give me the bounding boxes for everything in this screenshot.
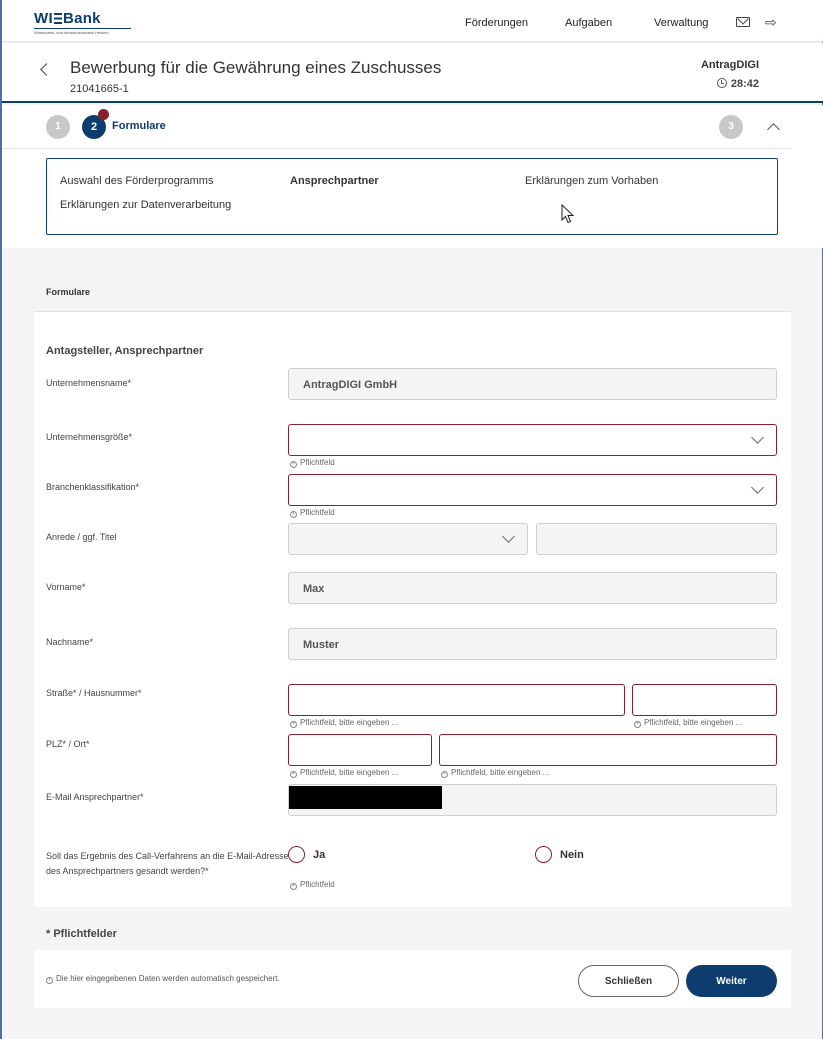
timer-value: 28:42 [730, 78, 759, 90]
lastname-value: Muster [303, 639, 340, 651]
firstname-value: Max [303, 583, 325, 595]
email-label: E-Mail Ansprechpartner* [46, 792, 144, 802]
error-x-icon: × [441, 771, 448, 778]
step-2-label: Formulare [112, 120, 166, 132]
wibank-logo[interactable]: WI Bank Wirtschafts- und Infrastrukturban… [34, 10, 131, 35]
street-label: Straße* / Hausnummer* [46, 688, 142, 698]
house-number-hint: × Pflichtfeld, bitte eingeben ... [634, 718, 742, 728]
nav-aufgaben[interactable]: Aufgaben [565, 17, 612, 29]
panel-title: Formulare [46, 287, 91, 297]
radio-no-label[interactable]: Nein [560, 849, 584, 861]
mouse-cursor-icon [561, 204, 575, 224]
hint-text: Pflichtfeld, bitte eingeben ... [300, 768, 399, 777]
error-x-icon: × [290, 461, 297, 468]
required-fields-text: * Pflichtfelder [46, 928, 117, 940]
branch-hint: × Pflichtfeld [290, 508, 335, 518]
hint-text: Pflichtfeld, bitte eingeben ... [451, 768, 550, 777]
street-hint: × Pflichtfeld, bitte eingeben ... [290, 718, 398, 728]
error-x-icon: × [290, 511, 297, 518]
city-hint: × Pflichtfeld, bitte eingeben ... [441, 768, 549, 778]
salutation-select[interactable] [288, 523, 528, 555]
lastname-field[interactable]: Muster [288, 628, 777, 660]
next-button[interactable]: Weiter [686, 965, 777, 997]
error-x-icon: × [634, 721, 641, 728]
company-name-field[interactable]: AntragDIGI GmbH [288, 368, 777, 400]
logo-tagline: Wirtschafts- und Infrastrukturbank Hesse… [34, 30, 109, 35]
street-field[interactable] [288, 684, 625, 716]
mail-icon[interactable] [736, 17, 750, 27]
application-number: 21041665-1 [70, 83, 129, 95]
form-section-links: Auswahl des Förderprogramms Ansprechpart… [46, 158, 778, 235]
branch-select[interactable] [288, 474, 777, 506]
page-title: Bewerbung für die Gewährung eines Zuschu… [70, 58, 442, 77]
radio-yes-label[interactable]: Ja [313, 849, 325, 861]
link-ansprechpartner[interactable]: Ansprechpartner [290, 175, 379, 187]
app-frame: WI Bank Wirtschafts- und Infrastrukturban… [0, 0, 823, 1039]
page-header: Bewerbung für die Gewährung eines Zuschu… [2, 43, 823, 103]
hint-text: Pflichtfeld [300, 508, 335, 517]
logo-bars-icon [53, 13, 62, 24]
plz-field[interactable] [288, 734, 432, 766]
link-datenverarbeitung[interactable]: Erklärungen zur Datenverarbeitung [60, 199, 231, 211]
panel-header: Formulare [34, 270, 791, 312]
radio-yes[interactable] [288, 846, 305, 863]
stepper: 1 2 Formulare 3 Auswahl des Förderprogra… [2, 105, 823, 248]
error-x-icon: × [290, 883, 297, 890]
info-icon: i [46, 974, 56, 984]
logo-text-right: Bank [62, 10, 101, 27]
hint-text: Pflichtfeld [300, 458, 335, 467]
salutation-label: Anrede / ggf. Titel [46, 532, 117, 542]
logout-icon[interactable]: ⇨ [765, 15, 777, 29]
chevron-down-icon [502, 530, 515, 543]
app-name: AntragDIGI [700, 59, 759, 71]
company-size-hint: × Pflichtfeld [290, 458, 335, 468]
divider [2, 148, 791, 149]
house-number-field[interactable] [632, 684, 777, 716]
session-timer: 28:42 [716, 78, 759, 90]
error-x-icon: × [290, 771, 297, 778]
back-chevron-icon[interactable] [40, 63, 53, 76]
radio-no[interactable] [535, 846, 552, 863]
chevron-down-icon [751, 481, 764, 494]
hint-text: Pflichtfeld, bitte eingeben ... [644, 718, 743, 727]
redacted-email-value [289, 786, 442, 809]
chevron-down-icon [751, 431, 764, 444]
company-name-value: AntragDIGI GmbH [303, 379, 398, 391]
company-size-label: Unternehmensgröße* [46, 432, 133, 442]
autosave-note: i Die hier eingegebenen Daten werden auto… [46, 974, 280, 984]
error-x-icon: × [290, 721, 297, 728]
section-title: Antagsteller, Ansprechpartner [46, 345, 204, 357]
nav-verwaltung[interactable]: Verwaltung [654, 17, 708, 29]
branch-label: Branchenklassifikation* [46, 482, 140, 492]
company-size-select[interactable] [288, 424, 777, 456]
firstname-label: Vorname* [46, 582, 86, 592]
top-bar: WI Bank Wirtschafts- und Infrastrukturban… [2, 0, 823, 42]
form-panel: Formulare Antagsteller, Ansprechpartner … [34, 270, 791, 1008]
collapse-chevron-icon[interactable] [767, 123, 780, 136]
lastname-label: Nachname* [46, 637, 94, 647]
plz-label: PLZ* / Ort* [46, 739, 90, 749]
link-erklaerungen-vorhaben[interactable]: Erklärungen zum Vorhaben [525, 175, 658, 187]
company-name-label: Unternehmensname* [46, 378, 132, 388]
hint-text: Pflichtfeld [300, 880, 335, 889]
close-button[interactable]: Schließen [578, 965, 679, 997]
step-notification-dot [98, 109, 109, 120]
question-hint: × Pflichtfeld [290, 880, 335, 890]
logo-underline [34, 28, 131, 29]
logo-text-left: WI [34, 10, 53, 27]
step-1[interactable]: 1 [46, 115, 70, 139]
firstname-field[interactable]: Max [288, 572, 777, 604]
email-result-question: Soll das Ergebnis des Call-Verfahrens an… [46, 851, 289, 876]
link-foerderprogramm[interactable]: Auswahl des Förderprogramms [60, 175, 213, 187]
title-field[interactable] [536, 523, 777, 555]
plz-hint: × Pflichtfeld, bitte eingeben ... [290, 768, 398, 778]
required-fields-note: * Pflichtfelder [34, 907, 791, 950]
nav-foerderungen[interactable]: Förderungen [465, 17, 528, 29]
city-field[interactable] [439, 734, 777, 766]
step-3[interactable]: 3 [719, 115, 743, 139]
autosave-text: Die hier eingegebenen Daten werden autom… [56, 974, 280, 983]
hint-text: Pflichtfeld, bitte eingeben ... [300, 718, 399, 727]
clock-icon [716, 78, 727, 88]
